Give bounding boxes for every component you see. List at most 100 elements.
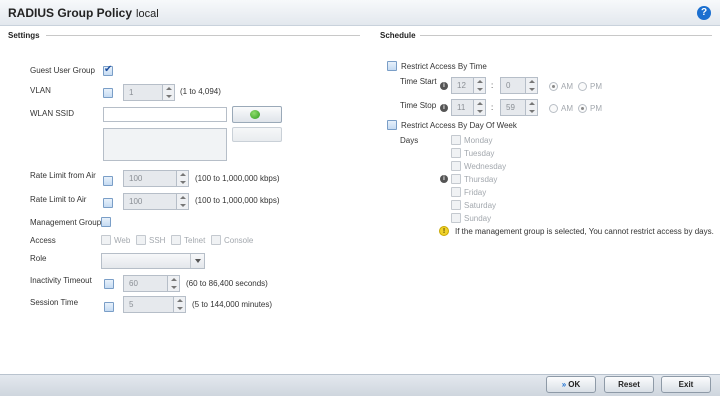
wlan-ssid-input[interactable]: [103, 107, 227, 122]
vlan-value: 1: [129, 88, 134, 97]
days-label: Days: [400, 136, 419, 145]
session-time-label: Session Time: [30, 298, 79, 307]
session-time-range: (5 to 144,000 minutes): [192, 300, 273, 309]
role-label: Role: [30, 254, 47, 263]
rate-limit-from-air-stepper[interactable]: 100: [123, 170, 189, 187]
day-thursday-label: Thursday: [464, 175, 498, 184]
day-saturday-checkbox[interactable]: [451, 200, 461, 210]
guest-user-group-label: Guest User Group: [30, 66, 95, 75]
info-icon[interactable]: i: [440, 82, 448, 90]
ok-button[interactable]: » OK: [546, 376, 596, 393]
spin-arrows-icon[interactable]: [525, 78, 537, 93]
day-tuesday-checkbox[interactable]: [451, 148, 461, 158]
day-monday-checkbox[interactable]: [451, 135, 461, 145]
time-stop-am-radio[interactable]: [549, 104, 558, 113]
schedule-divider: [420, 35, 712, 36]
inactivity-timeout-checkbox[interactable]: [104, 279, 114, 289]
time-stop-minute-value: 59: [506, 103, 515, 112]
day-friday-label: Friday: [464, 188, 487, 197]
rate-limit-from-air-checkbox[interactable]: [103, 176, 113, 186]
time-start-minute-value: 0: [506, 81, 511, 90]
rate-limit-to-air-value: 100: [129, 197, 143, 206]
day-friday-checkbox[interactable]: [451, 187, 461, 197]
day-saturday-label: Saturday: [464, 201, 497, 210]
access-web-label: Web: [114, 236, 131, 245]
time-stop-am-label: AM: [561, 104, 573, 113]
time-stop-label: Time Stop: [400, 101, 437, 110]
access-telnet-label: Telnet: [184, 236, 206, 245]
add-ssid-button[interactable]: [232, 106, 282, 123]
info-icon[interactable]: i: [440, 175, 448, 183]
spin-arrows-icon[interactable]: [167, 276, 179, 291]
spin-arrows-icon[interactable]: [176, 171, 188, 186]
help-icon[interactable]: ?: [697, 6, 711, 20]
rate-limit-to-air-checkbox[interactable]: [103, 198, 113, 208]
access-ssh-label: SSH: [149, 236, 166, 245]
remove-ssid-button[interactable]: [232, 127, 282, 142]
warning-text: If the management group is selected, You…: [455, 227, 714, 236]
role-select[interactable]: [101, 253, 205, 269]
time-start-am-radio[interactable]: [549, 82, 558, 91]
access-label: Access: [30, 236, 56, 245]
spin-arrows-icon[interactable]: [162, 85, 174, 100]
day-sunday-label: Sunday: [464, 214, 492, 223]
rate-limit-from-air-range: (100 to 1,000,000 kbps): [195, 174, 280, 183]
add-icon: [250, 110, 260, 119]
spin-arrows-icon[interactable]: [473, 78, 485, 93]
page-title-text: RADIUS Group Policy: [8, 6, 133, 20]
day-tuesday-label: Tuesday: [464, 149, 495, 158]
time-stop-pm-label: PM: [590, 104, 602, 113]
spin-arrows-icon[interactable]: [176, 194, 188, 209]
time-stop-pm-radio[interactable]: [578, 104, 587, 113]
day-sunday-checkbox[interactable]: [451, 213, 461, 223]
exit-button-label: Exit: [678, 380, 694, 389]
rate-limit-to-air-stepper[interactable]: 100: [123, 193, 189, 210]
time-stop-colon: :: [491, 103, 494, 112]
schedule-section-title: Schedule: [380, 31, 416, 40]
reset-button-label: Reset: [618, 380, 640, 389]
time-start-label: Time Start: [400, 77, 437, 86]
vlan-label: VLAN: [30, 86, 51, 95]
rate-limit-to-air-range: (100 to 1,000,000 kbps): [195, 196, 280, 205]
reset-button[interactable]: Reset: [604, 376, 654, 393]
rate-limit-to-air-label: Rate Limit to Air: [30, 195, 87, 204]
rate-limit-from-air-value: 100: [129, 174, 143, 183]
restrict-by-time-checkbox[interactable]: [387, 61, 397, 71]
settings-section-title: Settings: [8, 31, 40, 40]
time-start-hour-stepper[interactable]: 12: [451, 77, 486, 94]
session-time-stepper[interactable]: 5: [123, 296, 186, 313]
restrict-by-day-checkbox[interactable]: [387, 120, 397, 130]
access-console-checkbox[interactable]: [211, 235, 221, 245]
time-start-colon: :: [491, 81, 494, 90]
time-start-pm-radio[interactable]: [578, 82, 587, 91]
restrict-by-time-label: Restrict Access By Time: [401, 62, 487, 71]
inactivity-timeout-range: (60 to 86,400 seconds): [186, 279, 268, 288]
day-wednesday-checkbox[interactable]: [451, 161, 461, 171]
info-icon[interactable]: i: [440, 104, 448, 112]
inactivity-timeout-label: Inactivity Timeout: [30, 276, 92, 285]
time-stop-minute-stepper[interactable]: 59: [500, 99, 538, 116]
vlan-checkbox[interactable]: [103, 88, 113, 98]
time-stop-hour-stepper[interactable]: 11: [451, 99, 486, 116]
rate-limit-from-air-label: Rate Limit from Air: [30, 171, 96, 180]
management-group-checkbox[interactable]: [101, 217, 111, 227]
guest-user-group-checkbox[interactable]: [103, 64, 113, 76]
access-web-checkbox[interactable]: [101, 235, 111, 245]
management-group-label: Management Group: [30, 218, 102, 227]
inactivity-timeout-stepper[interactable]: 60: [123, 275, 180, 292]
spin-arrows-icon[interactable]: [173, 297, 185, 312]
page-title: RADIUS Group Policy local: [8, 6, 159, 20]
exit-button[interactable]: Exit: [661, 376, 711, 393]
session-time-checkbox[interactable]: [104, 302, 114, 312]
day-thursday-checkbox[interactable]: [451, 174, 461, 184]
wlan-ssid-list[interactable]: [103, 128, 227, 161]
chevron-down-icon[interactable]: [190, 254, 204, 268]
vlan-stepper[interactable]: 1: [123, 84, 175, 101]
spin-arrows-icon[interactable]: [525, 100, 537, 115]
spin-arrows-icon[interactable]: [473, 100, 485, 115]
access-console-label: Console: [224, 236, 254, 245]
session-time-value: 5: [129, 300, 134, 309]
time-start-minute-stepper[interactable]: 0: [500, 77, 538, 94]
access-telnet-checkbox[interactable]: [171, 235, 181, 245]
access-ssh-checkbox[interactable]: [136, 235, 146, 245]
